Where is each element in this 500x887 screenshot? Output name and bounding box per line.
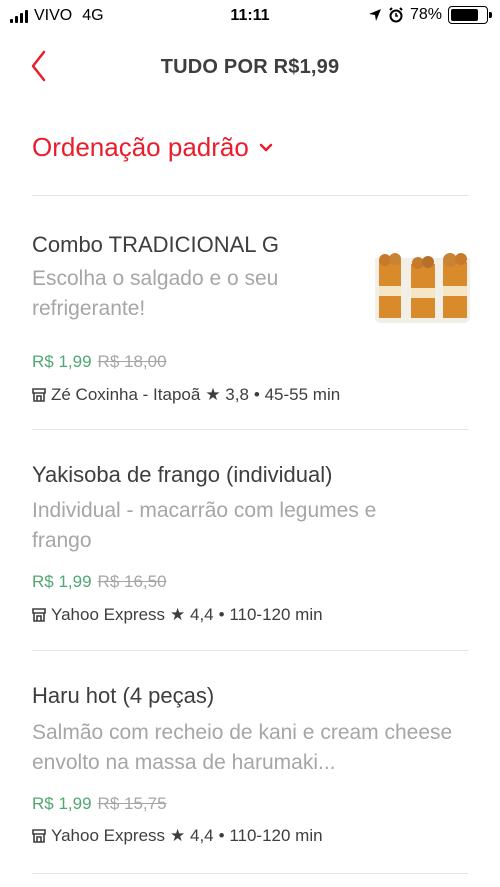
delivery-time: • 45-55 min bbox=[253, 385, 341, 404]
store-info: Yahoo Express ★ 4,4 • 110-120 min bbox=[32, 605, 323, 625]
item-description: Salmão com recheio de kani e cream chees… bbox=[32, 721, 453, 774]
sort-dropdown[interactable]: Ordenação padrão bbox=[32, 132, 273, 163]
item-image bbox=[375, 228, 470, 323]
delivery-time: • 110-120 min bbox=[218, 605, 323, 624]
divider bbox=[32, 873, 468, 874]
store-info: Zé Coxinha - Itapoã ★ 3,8 • 45-55 min bbox=[32, 385, 340, 405]
price: R$ 1,99 R$ 18,00 bbox=[32, 352, 167, 372]
delivery-time: • 110-120 min bbox=[218, 826, 323, 845]
location-arrow-icon bbox=[368, 9, 381, 21]
alarm-icon bbox=[389, 7, 403, 23]
item-name: Yakisoba de frango (individual) bbox=[32, 462, 333, 487]
status-bar: VIVO 4G 11:11 78% bbox=[0, 0, 500, 34]
store-icon bbox=[32, 388, 46, 402]
item-name: Haru hot (4 peças) bbox=[32, 683, 215, 708]
original-price: R$ 15,75 bbox=[97, 794, 167, 813]
list-item[interactable]: Haru hot (4 peças) Salmão com recheio de… bbox=[0, 651, 500, 873]
price: R$ 1,99 R$ 16,50 bbox=[32, 572, 167, 592]
item-name: Combo TRADICIONAL G bbox=[32, 232, 279, 257]
current-price: R$ 1,99 bbox=[32, 572, 92, 591]
store-icon bbox=[32, 829, 46, 843]
store-rating: ★ 4,4 bbox=[170, 605, 214, 624]
price: R$ 1,99 R$ 15,75 bbox=[32, 794, 167, 814]
list-item[interactable]: Combo TRADICIONAL G Escolha o salgado e … bbox=[0, 196, 500, 429]
store-name: Zé Coxinha - Itapoã bbox=[51, 385, 201, 404]
item-description: Individual - macarrão com legumes e fran… bbox=[32, 499, 377, 552]
store-info: Yahoo Express ★ 4,4 • 110-120 min bbox=[32, 826, 323, 846]
chevron-down-icon bbox=[259, 143, 273, 151]
store-name: Yahoo Express bbox=[51, 826, 166, 845]
header: TUDO POR R$1,99 bbox=[0, 40, 500, 96]
store-rating: ★ 4,4 bbox=[170, 826, 214, 845]
original-price: R$ 18,00 bbox=[97, 352, 167, 371]
current-price: R$ 1,99 bbox=[32, 794, 92, 813]
store-rating: ★ 3,8 bbox=[205, 385, 249, 404]
store-name: Yahoo Express bbox=[51, 605, 166, 624]
current-price: R$ 1,99 bbox=[32, 352, 92, 371]
battery-fill bbox=[451, 9, 478, 21]
original-price: R$ 16,50 bbox=[97, 572, 167, 591]
store-icon bbox=[32, 608, 46, 622]
battery-percent: 78% bbox=[409, 6, 442, 23]
sort-label: Ordenação padrão bbox=[32, 132, 249, 162]
battery-icon bbox=[448, 6, 492, 24]
item-description: Escolha o salgado e o seu refrigerante! bbox=[32, 267, 279, 320]
list-item[interactable]: Yakisoba de frango (individual) Individu… bbox=[0, 430, 500, 650]
page-title: TUDO POR R$1,99 bbox=[160, 56, 340, 78]
